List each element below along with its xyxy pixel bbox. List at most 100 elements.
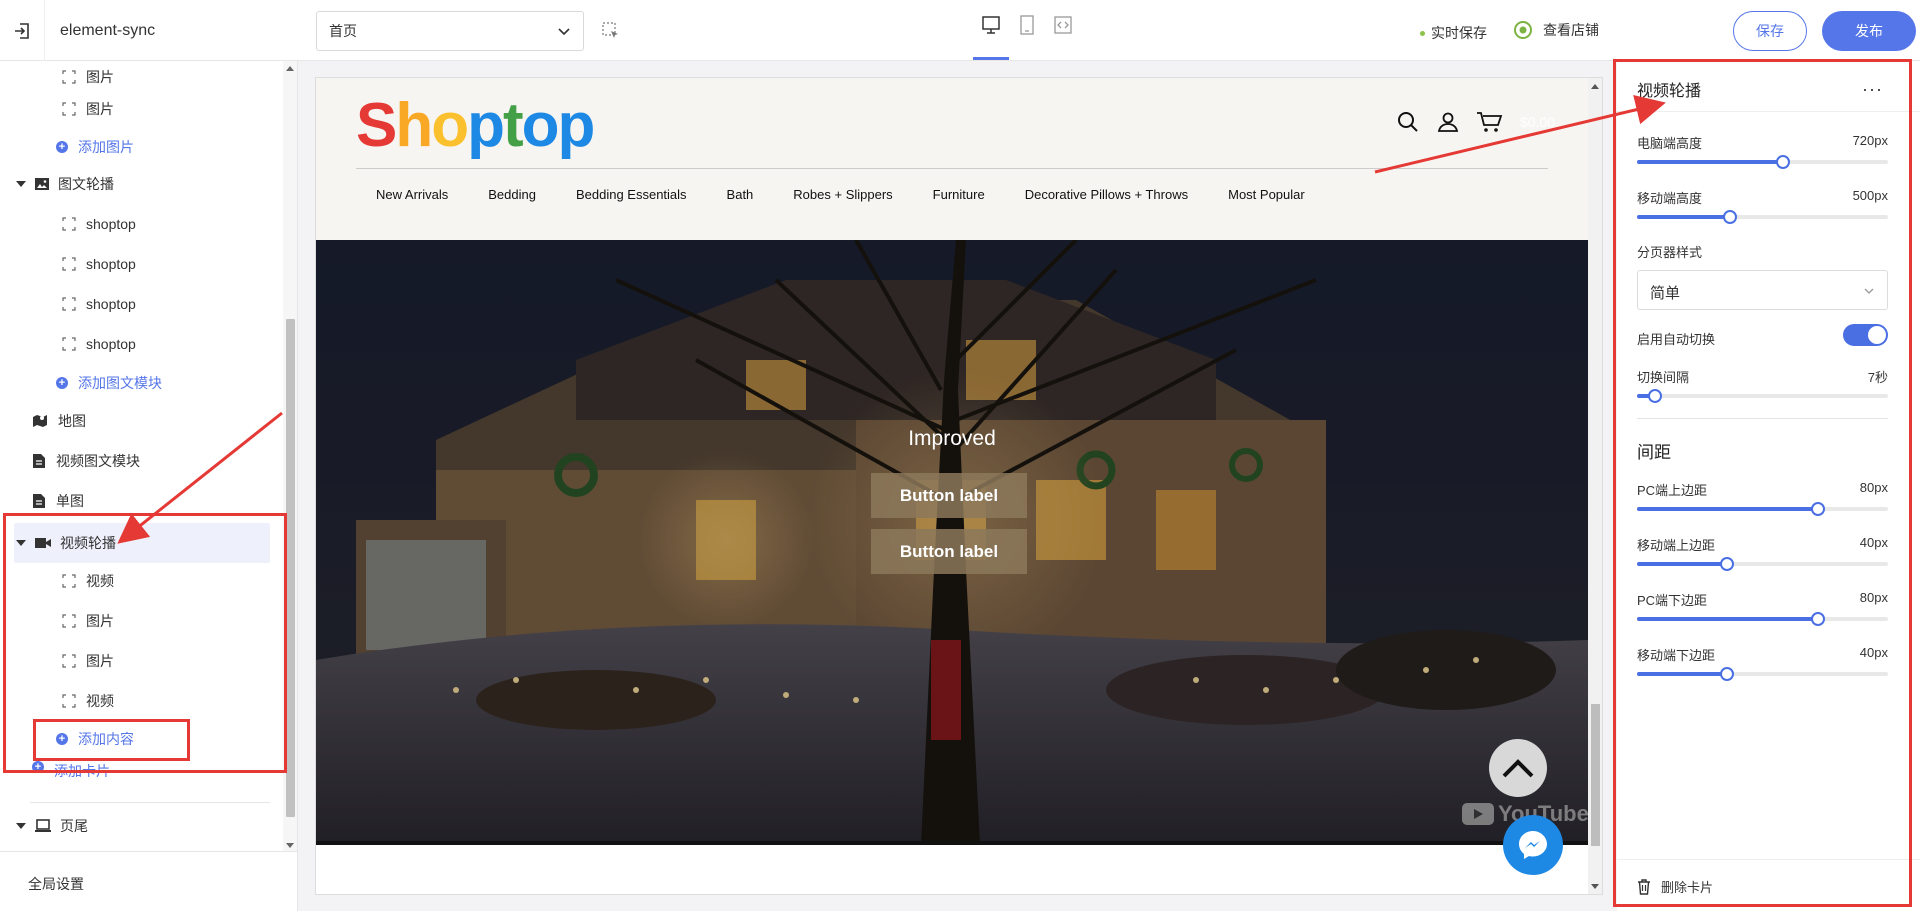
code-view-button[interactable] [1052, 14, 1074, 36]
tree-item-video[interactable]: 视频 [0, 685, 270, 717]
tree-item-image[interactable]: 图片 [0, 61, 270, 93]
sidebar-scrollbar[interactable] [283, 61, 297, 851]
setting-value: 500px [1852, 188, 1888, 203]
select-tool-button[interactable] [602, 22, 620, 43]
settings-panel: 视频轮播 ··· 电脑端高度 720px 移动端高度 500px 分页器样式 简… [1617, 61, 1920, 911]
slider-handle[interactable] [1647, 389, 1662, 403]
panel-footer-divider [1617, 859, 1920, 860]
tree-item-shoptop[interactable]: shoptop [0, 288, 270, 320]
autoplay-toggle[interactable] [1843, 324, 1888, 346]
slider-handle[interactable] [1720, 667, 1735, 681]
save-button[interactable]: 保存 [1733, 11, 1807, 51]
nav-item[interactable]: New Arrivals [376, 187, 448, 202]
tree-item-label: 视频 [86, 693, 114, 709]
store-nav: New Arrivals Bedding Bedding Essentials … [376, 187, 1345, 202]
publish-button[interactable]: 发布 [1822, 11, 1916, 51]
hero-button-secondary[interactable]: Button label [871, 529, 1027, 574]
scroll-to-top-button[interactable] [1489, 739, 1547, 797]
video-carousel-hero[interactable]: Improved Button label Button label [316, 240, 1588, 845]
page-select[interactable]: 首页 [316, 11, 584, 51]
tree-item-image[interactable]: 图片 [0, 645, 270, 677]
tree-item-video-text-module[interactable]: 视频图文模块 [0, 445, 270, 477]
scroll-down-icon[interactable] [286, 843, 294, 848]
nav-item[interactable]: Decorative Pillows + Throws [1025, 187, 1188, 202]
tree-item-shoptop[interactable]: shoptop [0, 248, 270, 280]
select-area-icon [602, 22, 618, 38]
search-icon[interactable] [1396, 110, 1420, 134]
tree-item-image[interactable]: 图片 [0, 93, 270, 125]
chevron-up-icon [1502, 759, 1534, 778]
setting-label: 移动端上边距 [1637, 538, 1716, 553]
add-image-text-module-button[interactable]: + 添加图文模块 [0, 367, 270, 399]
nav-item[interactable]: Most Popular [1228, 187, 1305, 202]
desktop-height-slider[interactable] [1637, 155, 1888, 169]
tree-group-image-text-carousel[interactable]: 图文轮播 [0, 168, 270, 200]
setting-value: 80px [1859, 480, 1888, 495]
plus-circle-icon: + [56, 377, 68, 389]
slider-handle[interactable] [1720, 557, 1735, 571]
desktop-icon [982, 16, 1000, 34]
tree-item-label: 图片 [86, 101, 114, 117]
slider-handle[interactable] [1775, 155, 1790, 169]
view-store-link[interactable]: 查看店铺 [1513, 20, 1599, 40]
exit-icon [15, 22, 29, 39]
add-content-label: 添加内容 [78, 731, 134, 747]
slider-handle[interactable] [1810, 612, 1825, 626]
more-options-icon[interactable]: ··· [1862, 79, 1883, 100]
pc-top-margin-slider[interactable] [1637, 502, 1888, 516]
slider-handle[interactable] [1722, 210, 1737, 224]
user-icon[interactable] [1436, 110, 1460, 134]
global-settings-button[interactable]: 全局设置 [0, 851, 297, 911]
chevron-down-icon [1864, 288, 1874, 294]
tree-item-image[interactable]: 图片 [0, 605, 270, 637]
nav-item[interactable]: Bedding [488, 187, 536, 202]
tree-item-label: shoptop [86, 336, 136, 352]
scroll-up-icon[interactable] [1591, 84, 1599, 89]
desktop-view-button[interactable] [980, 14, 1002, 36]
tree-item-shoptop[interactable]: shoptop [0, 208, 270, 240]
add-image-button[interactable]: + 添加图片 [0, 131, 270, 163]
nav-item[interactable]: Robes + Slippers [793, 187, 892, 202]
cart-icon[interactable] [1476, 110, 1504, 134]
tree-item-single-image[interactable]: 单图 [0, 485, 270, 517]
mobile-bottom-margin-slider[interactable] [1637, 667, 1888, 681]
pagination-style-select[interactable]: 简单 [1637, 270, 1888, 310]
tree-item-label: 视频图文模块 [56, 453, 140, 469]
slider-handle[interactable] [1810, 502, 1825, 516]
mobile-height-slider[interactable] [1637, 210, 1888, 224]
setting-value: 40px [1859, 645, 1888, 660]
header-icons: $0.00 [1396, 110, 1555, 134]
code-icon [1054, 16, 1072, 34]
logo-letter: h [395, 91, 433, 160]
scrollbar-thumb[interactable] [1591, 704, 1600, 846]
delete-card-label: 删除卡片 [1661, 880, 1714, 895]
tree-group-footer[interactable]: 页尾 [0, 810, 270, 842]
store-logo[interactable]: Shoptop [356, 90, 595, 161]
scrollbar-thumb[interactable] [286, 319, 295, 817]
scroll-down-icon[interactable] [1591, 884, 1599, 889]
tree-item-label: shoptop [86, 296, 136, 312]
tablet-view-button[interactable] [1016, 14, 1038, 36]
add-content-button[interactable]: + 添加内容 [0, 723, 270, 755]
nav-item[interactable]: Bath [727, 187, 754, 202]
tree-group-video-carousel[interactable]: 视频轮播 [14, 523, 270, 563]
exit-button[interactable] [0, 0, 45, 61]
delete-card-button[interactable]: 删除卡片 [1637, 877, 1713, 896]
tree-item-map[interactable]: 地图 [0, 405, 270, 437]
mobile-top-margin-slider[interactable] [1637, 557, 1888, 571]
switch-interval-slider[interactable] [1637, 389, 1888, 403]
nav-item[interactable]: Bedding Essentials [576, 187, 687, 202]
add-card-button[interactable]: + 添加卡片 [0, 761, 270, 777]
component-tree: 图片 图片 + 添加图片 图文轮播 shoptop shoptop shopto… [0, 61, 283, 851]
status-dot-icon [1420, 30, 1425, 36]
frame-icon [62, 574, 76, 588]
messenger-chat-button[interactable] [1503, 815, 1563, 875]
tree-item-video[interactable]: 视频 [0, 565, 270, 597]
canvas-scrollbar[interactable] [1588, 78, 1602, 894]
top-bar: element-sync 首页 实时保存 查看店铺 保存 发布 [0, 0, 1920, 61]
pc-bottom-margin-slider[interactable] [1637, 612, 1888, 626]
nav-item[interactable]: Furniture [933, 187, 985, 202]
tree-item-shoptop[interactable]: shoptop [0, 328, 270, 360]
hero-button-primary[interactable]: Button label [871, 473, 1027, 518]
scroll-up-icon[interactable] [286, 66, 294, 71]
